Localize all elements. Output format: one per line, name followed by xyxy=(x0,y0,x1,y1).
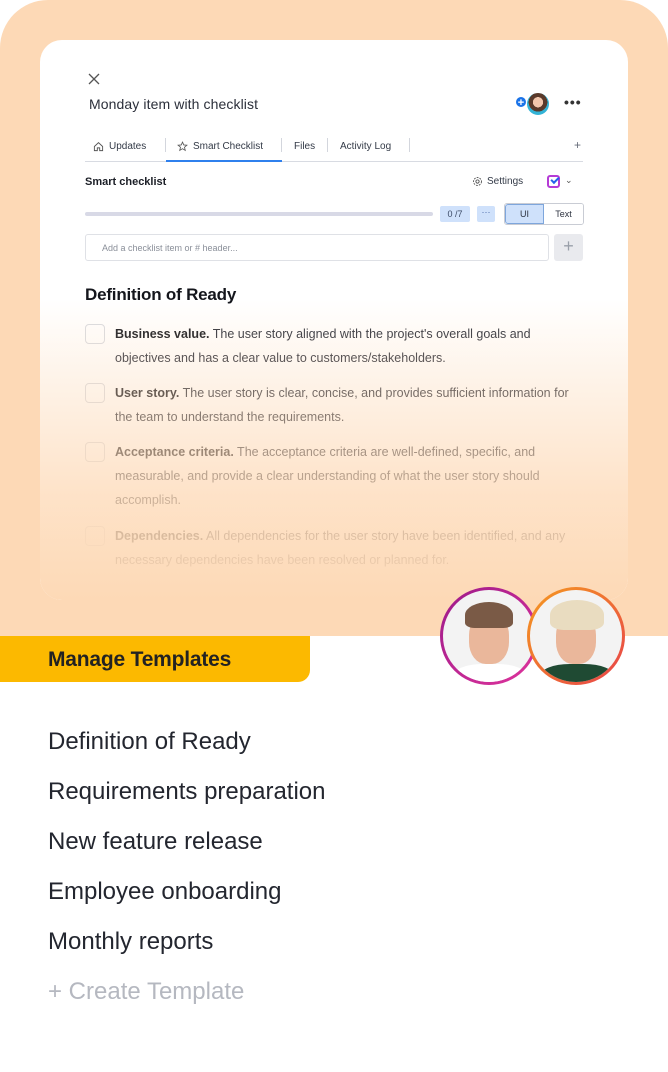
tab-bar: Updates Smart Checklist Files Activity L… xyxy=(85,132,583,162)
tab-divider xyxy=(409,138,410,152)
smart-checklist-title: Smart checklist xyxy=(85,176,167,188)
tab-label: Smart Checklist xyxy=(193,141,264,152)
progress-count: 0 /7 xyxy=(440,206,470,222)
item-title: Monday item with checklist xyxy=(89,96,259,112)
tab-label: Activity Log xyxy=(340,141,392,152)
tab-updates[interactable]: Updates xyxy=(93,132,166,161)
checklist-app-icon[interactable] xyxy=(547,175,560,188)
settings-label: Settings xyxy=(487,176,524,187)
checklist-more-button[interactable]: ··· xyxy=(477,206,495,222)
tab-label: Files xyxy=(294,141,316,152)
more-options-button[interactable]: ••• xyxy=(564,94,582,110)
template-list: Definition of Ready Requirements prepara… xyxy=(48,728,326,1006)
settings-button[interactable]: Settings xyxy=(472,176,523,187)
item-card: Monday item with checklist + ••• Updates… xyxy=(40,40,628,600)
checklist-item-text: Acceptance criteria. The acceptance crit… xyxy=(115,445,540,507)
view-mode-text[interactable]: Text xyxy=(544,204,583,224)
template-item[interactable]: Requirements preparation xyxy=(48,778,326,828)
section-title: Definition of Ready xyxy=(85,285,237,304)
star-icon xyxy=(177,141,188,152)
checkbox[interactable] xyxy=(85,526,105,546)
checkbox[interactable] xyxy=(85,383,105,403)
gear-icon xyxy=(473,177,482,186)
tab-smart-checklist[interactable]: Smart Checklist xyxy=(166,132,282,162)
checkbox[interactable] xyxy=(85,324,105,344)
add-tab-button[interactable]: + xyxy=(574,138,581,152)
chevron-down-icon[interactable]: ⌄ xyxy=(565,175,573,186)
template-item[interactable]: Monthly reports xyxy=(48,928,326,978)
team-member-photo xyxy=(440,587,538,685)
template-item[interactable]: New feature release xyxy=(48,828,326,878)
checklist-item-text: Business value. The user story aligned w… xyxy=(115,327,531,365)
team-member-photo xyxy=(527,587,625,685)
template-item[interactable]: Employee onboarding xyxy=(48,878,326,928)
user-avatar[interactable] xyxy=(526,92,550,116)
add-item-button[interactable]: + xyxy=(554,234,583,261)
add-checklist-item-input[interactable] xyxy=(85,234,549,261)
tab-label: Updates xyxy=(109,141,147,152)
checkbox[interactable] xyxy=(85,442,105,462)
view-mode-ui[interactable]: UI xyxy=(505,204,544,224)
checklist-item-text: User story. The user story is clear, con… xyxy=(115,386,569,424)
home-icon xyxy=(93,142,104,152)
view-mode-toggle: UI Text xyxy=(504,203,584,225)
progress-bar xyxy=(85,212,433,216)
template-item[interactable]: Definition of Ready xyxy=(48,728,326,778)
create-template-button[interactable]: + Create Template xyxy=(48,978,326,1006)
close-icon[interactable] xyxy=(87,72,101,86)
checklist-item-text: Dependencies. All dependencies for the u… xyxy=(115,529,566,567)
tab-activity-log[interactable]: Activity Log xyxy=(328,132,410,161)
manage-templates-heading: Manage Templates xyxy=(48,648,232,671)
manage-templates-banner: Manage Templates xyxy=(0,636,310,682)
add-person-icon[interactable]: + xyxy=(515,96,527,109)
tab-files[interactable]: Files xyxy=(282,132,328,161)
